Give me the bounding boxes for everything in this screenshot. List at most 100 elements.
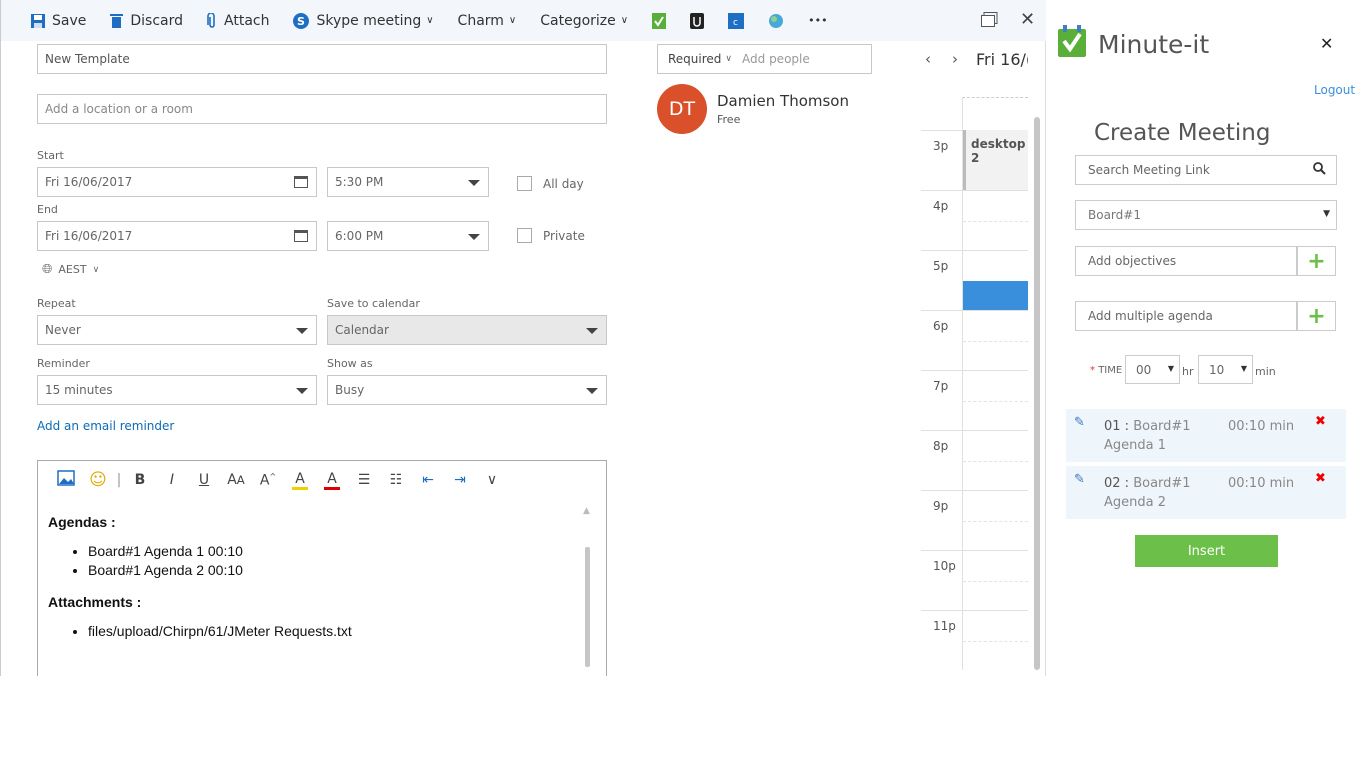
hour-row[interactable]: 9p <box>921 490 1028 550</box>
minutes-select[interactable]: 10 ▼ <box>1198 355 1253 384</box>
bullet-list-icon[interactable]: ☰ <box>348 472 380 488</box>
hour-row[interactable]: 7p <box>921 370 1028 430</box>
insert-button[interactable]: Insert <box>1135 535 1278 567</box>
hour-row[interactable]: 6p <box>921 310 1028 370</box>
new-meeting-slot[interactable] <box>963 281 1028 310</box>
next-day-button[interactable]: › <box>952 50 958 68</box>
svg-text:c: c <box>733 18 738 28</box>
svg-text:S: S <box>298 15 306 28</box>
search-icon[interactable] <box>1313 162 1326 178</box>
title-input[interactable]: New Template <box>37 44 607 74</box>
prev-day-button[interactable]: ‹ <box>925 50 931 68</box>
start-date-input[interactable]: Fri 16/06/2017 <box>37 167 317 197</box>
highlight-icon[interactable]: A <box>292 471 308 490</box>
popout-button[interactable] <box>981 12 998 31</box>
list-item: Board#1 Agenda 1 00:10 <box>88 542 606 561</box>
private-checkbox[interactable] <box>517 228 532 243</box>
caret-down-icon: ▼ <box>1240 364 1247 373</box>
reminder-select[interactable]: 15 minutes <box>37 375 317 405</box>
calendar-event[interactable]: desktop 2 <box>963 130 1028 190</box>
popout-icon <box>981 12 998 27</box>
agenda-item: ✎ 01 : Board#1 Agenda 1 00:10 min ✖ <box>1066 409 1346 462</box>
addin-outlook-button[interactable]: c <box>728 12 745 29</box>
hour-label: 3p <box>933 139 949 153</box>
indent-icon[interactable]: ⇥ <box>444 472 476 488</box>
attendees-input[interactable]: Required ∨ Add people <box>657 44 872 74</box>
chevron-down-icon[interactable]: ∨ <box>476 472 508 488</box>
font-color-icon[interactable]: A <box>324 471 340 490</box>
trash-icon <box>110 13 124 28</box>
reminder-label: Reminder <box>37 357 90 370</box>
skype-meeting-button[interactable]: S Skype meeting ∨ <box>293 12 434 29</box>
board-select[interactable]: Board#1 ▼ <box>1075 200 1337 230</box>
timezone-selector[interactable]: 🌐︎ AEST ∨ <box>42 262 99 277</box>
grow-font-icon[interactable]: A^ <box>252 472 284 489</box>
start-time-select[interactable]: 5:30 PM <box>327 167 489 197</box>
editor-content[interactable]: Agendas : Board#1 Agenda 1 00:10 Board#1… <box>38 514 606 641</box>
plus-icon: + <box>1307 303 1326 329</box>
attendee-name[interactable]: Damien Thomson <box>717 92 849 110</box>
hour-label: 11p <box>933 619 956 633</box>
end-time-select[interactable]: 6:00 PM <box>327 221 489 251</box>
charm-button[interactable]: Charm ∨ <box>458 13 517 29</box>
divider <box>963 521 1028 522</box>
outdent-icon[interactable]: ⇤ <box>412 472 444 488</box>
edit-pencil-icon[interactable]: ✎ <box>1074 472 1085 487</box>
insert-image-icon[interactable] <box>50 470 82 490</box>
close-compose-button[interactable]: ✕ <box>1020 9 1035 30</box>
categorize-button[interactable]: Categorize ∨ <box>540 13 628 29</box>
repeat-select[interactable]: Never <box>37 315 317 345</box>
all-day-checkbox[interactable] <box>517 176 532 191</box>
underline-icon[interactable]: U <box>188 472 220 488</box>
search-meeting-link-input[interactable]: Search Meeting Link <box>1075 155 1337 185</box>
calendar-icon[interactable] <box>294 230 308 242</box>
save-to-calendar-select[interactable]: Calendar <box>327 315 607 345</box>
location-input[interactable]: Add a location or a room <box>37 94 607 124</box>
close-addin-button[interactable]: ✕ <box>1320 34 1333 53</box>
required-dropdown[interactable]: Required <box>668 52 721 66</box>
min-label: min <box>1255 365 1276 378</box>
edit-pencil-icon[interactable]: ✎ <box>1074 415 1085 430</box>
minute-it-logo-icon <box>1058 25 1086 61</box>
add-agenda-button[interactable]: + <box>1297 301 1336 331</box>
add-objective-button[interactable]: + <box>1297 246 1336 276</box>
calendar-icon[interactable] <box>294 176 308 188</box>
hour-row[interactable]: 11p <box>921 610 1028 670</box>
add-email-reminder-link[interactable]: Add an email reminder <box>37 419 174 433</box>
bold-icon[interactable]: B <box>124 472 156 488</box>
minute-it-addin-button[interactable] <box>652 12 667 29</box>
agenda-input[interactable]: Add multiple agenda <box>1075 301 1297 331</box>
font-size-icon[interactable]: AA <box>220 472 252 488</box>
start-label: Start <box>37 149 64 162</box>
calendar-date: Fri 16/( <box>976 50 1028 69</box>
delete-x-icon[interactable]: ✖ <box>1315 471 1326 486</box>
editor-scrollbar[interactable] <box>585 547 590 667</box>
hours-select[interactable]: 00 ▼ <box>1125 355 1180 384</box>
save-icon <box>31 13 45 28</box>
divider <box>963 341 1028 342</box>
save-button[interactable]: Save <box>31 13 86 29</box>
attach-button[interactable]: Attach <box>207 12 269 29</box>
agenda-item: ✎ 02 : Board#1 Agenda 2 00:10 min ✖ <box>1066 466 1346 519</box>
more-button[interactable]: ••• <box>808 14 827 27</box>
show-as-select[interactable]: Busy <box>327 375 607 405</box>
chevron-down-icon: ∨ <box>426 15 434 26</box>
hour-row[interactable]: 10p <box>921 550 1028 610</box>
hour-row[interactable]: 8p <box>921 430 1028 490</box>
delete-x-icon[interactable]: ✖ <box>1315 414 1326 429</box>
objectives-input[interactable]: Add objectives <box>1075 246 1297 276</box>
chevron-down-icon: ∨ <box>725 54 733 64</box>
minute-it-panel: Minute-it ✕ Logout Create Meeting Search… <box>1046 0 1366 676</box>
logout-link[interactable]: Logout <box>1314 83 1355 97</box>
hour-row[interactable]: 4p <box>921 190 1028 250</box>
emoji-icon[interactable]: ☺ <box>82 470 114 490</box>
addin-globe-button[interactable] <box>768 13 784 29</box>
addin-u-button[interactable] <box>690 12 705 29</box>
scroll-up-icon[interactable]: ▲ <box>583 506 590 516</box>
numbered-list-icon[interactable]: ☷ <box>380 472 412 488</box>
discard-button[interactable]: Discard <box>110 13 183 29</box>
end-date-input[interactable]: Fri 16/06/2017 <box>37 221 317 251</box>
italic-icon[interactable]: I <box>156 472 188 488</box>
body-editor[interactable]: ☺ | B I U AA A^ A A ☰ ☷ ⇤ ⇥ ∨ Agendas : … <box>37 460 607 676</box>
calendar-scrollbar[interactable] <box>1034 117 1040 670</box>
